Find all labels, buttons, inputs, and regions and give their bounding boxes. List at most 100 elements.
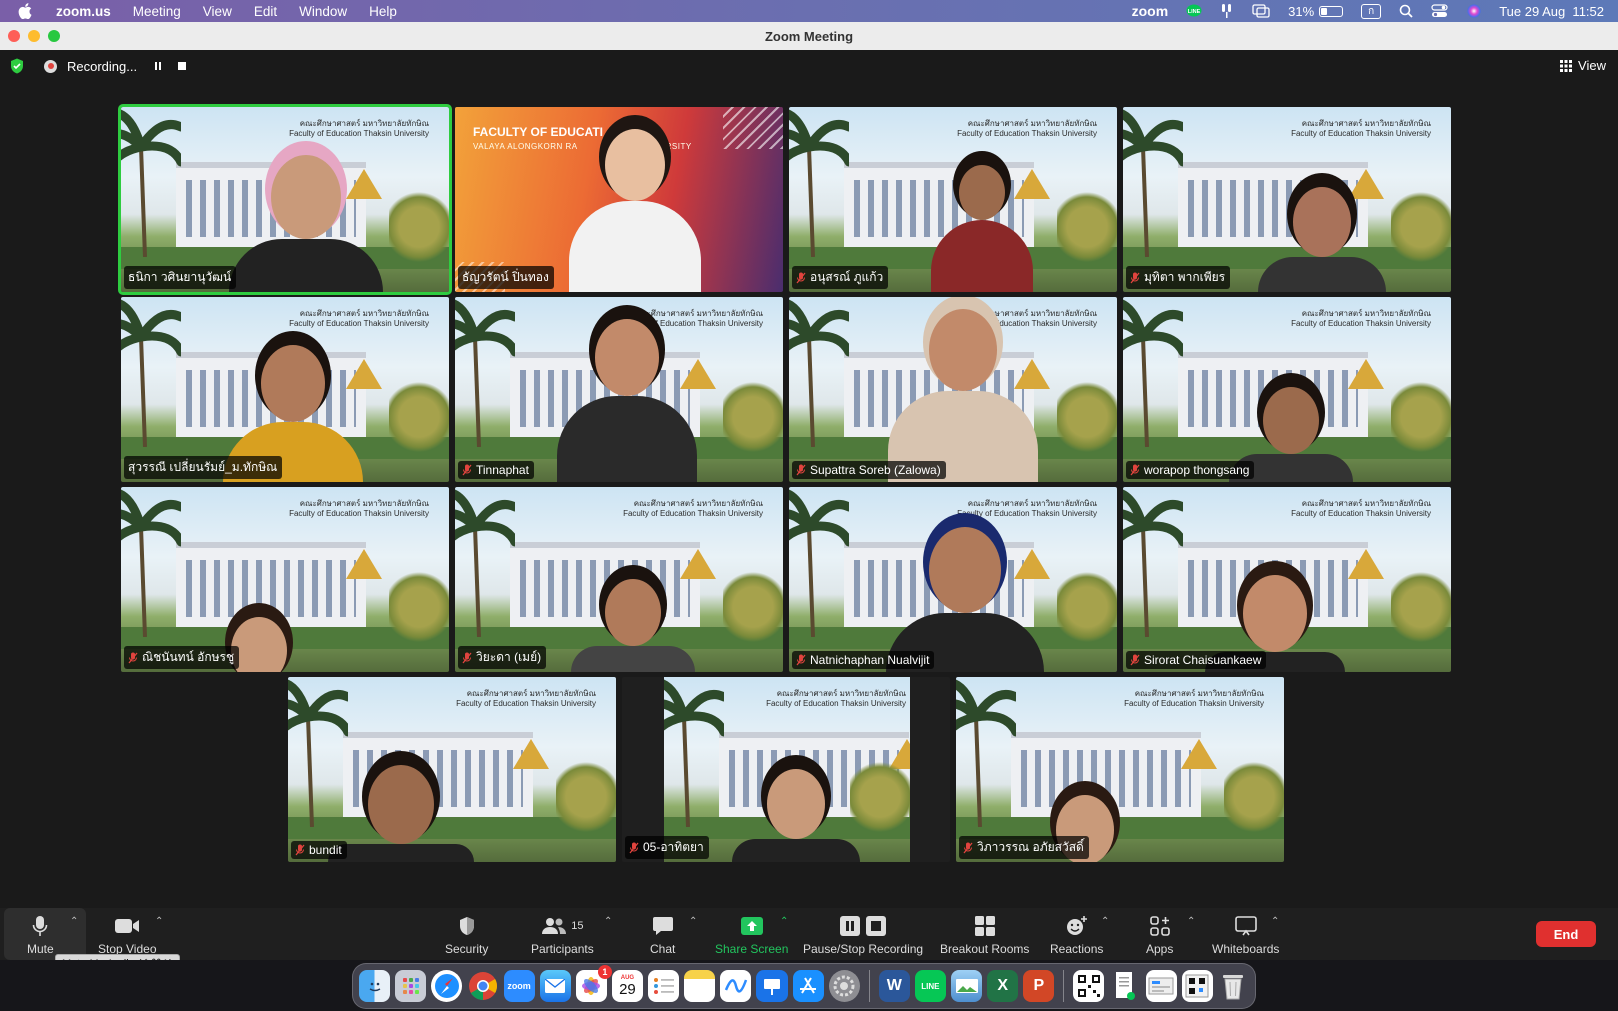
share-options-caret[interactable]: ⌃ [780,916,788,927]
participant-video-tile[interactable]: คณะศึกษาศาสตร์ มหาวิทยาลัยทักษิณ Faculty … [622,677,950,862]
participant-video-tile[interactable]: FACULTY OF EDUCATI VALAYA ALONGKORN RA RSI… [455,107,783,292]
system-settings-icon[interactable] [828,970,860,1002]
reactions-button[interactable]: Reactions [1050,914,1103,956]
screen-mirroring-icon[interactable] [1252,4,1270,18]
zoom-window-button[interactable] [48,30,60,42]
menu-meeting[interactable]: Meeting [133,4,181,19]
chat-button[interactable]: Chat [650,914,675,956]
close-window-button[interactable] [8,30,20,42]
safari-icon[interactable] [431,970,463,1002]
security-button[interactable]: Security [445,914,488,956]
faculty-name-english: Faculty of Education Thaksin University [766,699,906,708]
keynote-icon[interactable] [756,970,788,1002]
preview-icon[interactable] [950,970,983,1002]
participant-video-tile[interactable]: คณะศึกษาศาสตร์ มหาวิทยาลัยทักษิณ Faculty … [121,487,449,672]
participant-video-tile[interactable]: คณะศึกษาศาสตร์ มหาวิทยาลัยทักษิณ Faculty … [1123,107,1451,292]
faculty-name-english: Faculty of Education Thaksin University [456,699,596,708]
calendar-icon[interactable]: AUG 29 [611,970,643,1002]
whiteboards-options-caret[interactable]: ⌃ [1271,916,1279,927]
mute-button[interactable]: Mute [27,914,54,956]
chat-bubble-icon [652,917,673,935]
powerpoint-icon[interactable]: P [1023,970,1055,1002]
menu-view[interactable]: View [203,4,232,19]
microphone-status-icon[interactable] [1220,3,1234,19]
battery-icon[interactable] [1319,5,1344,17]
faculty-logo-text: คณะศึกษาศาสตร์ มหาวิทยาลัยทักษิณ Faculty … [1291,119,1431,139]
pause-recording-icon[interactable] [153,61,163,71]
menu-window[interactable]: Window [299,4,347,19]
apps-options-caret[interactable]: ⌃ [1187,916,1195,927]
excel-icon[interactable]: X [987,970,1019,1002]
screenshot-file-icon[interactable] [1145,970,1177,1002]
view-button[interactable]: View [1560,58,1606,73]
mute-options-caret[interactable]: ⌃ [70,916,78,927]
video-options-caret[interactable]: ⌃ [155,916,163,927]
stop-video-button[interactable]: Stop Video [98,914,157,956]
notes-icon[interactable] [684,970,716,1002]
chrome-icon[interactable] [467,970,498,1002]
pause-stop-recording-button[interactable]: Pause/Stop Recording [803,914,923,956]
finder-icon[interactable] [359,970,391,1002]
zoom-app-icon[interactable]: zoom [503,970,535,1002]
participants-count: 15 [571,920,584,932]
participant-video-tile[interactable]: คณะศึกษาศาสตร์ มหาวิทยาลัยทักษิณ Faculty … [121,297,449,482]
mail-icon[interactable] [539,970,571,1002]
app-store-icon[interactable] [792,970,824,1002]
photos-icon[interactable]: 1 [575,965,612,1002]
tree [1057,567,1117,647]
share-screen-button[interactable]: Share Screen [715,914,788,956]
menu-app-name[interactable]: zoom.us [56,4,111,19]
line-status-icon[interactable]: LINE [1186,4,1202,18]
participant-name: bundit [309,843,342,857]
input-source-icon[interactable]: ก [1361,3,1382,19]
reactions-options-caret[interactable]: ⌃ [1101,916,1109,927]
tree [1057,187,1117,267]
participant-video-tile[interactable]: คณะศึกษาศาสตร์ มหาวิทยาลัยทักษิณ Faculty … [789,487,1117,672]
trash-icon[interactable] [1218,970,1249,1002]
faculty-name-thai: คณะศึกษาศาสตร์ มหาวิทยาลัยทักษิณ [1301,119,1431,128]
apps-button[interactable]: Apps [1146,914,1173,956]
breakout-rooms-button[interactable]: Breakout Rooms [940,914,1029,956]
freeform-icon[interactable] [720,970,752,1002]
muted-microphone-icon [796,464,806,476]
menubar-clock[interactable]: Tue 29 Aug 11:52 [1499,4,1604,19]
qr-code-file-icon[interactable] [1073,970,1105,1002]
participant-video-tile[interactable]: คณะศึกษาศาสตร์ มหาวิทยาลัยทักษิณ Faculty … [1123,297,1451,482]
chat-options-caret[interactable]: ⌃ [689,916,697,927]
faculty-name-english: Faculty of Education Thaksin University [1291,509,1431,518]
word-icon[interactable]: W [878,970,910,1002]
participant-body [556,395,698,482]
siri-icon[interactable] [1467,4,1481,18]
participant-video-tile[interactable]: คณะศึกษาศาสตร์ มหาวิทยาลัยทักษิณ Faculty … [1123,487,1451,672]
control-center-icon[interactable] [1431,4,1449,18]
end-meeting-button[interactable]: End [1536,921,1596,947]
participants-options-caret[interactable]: ⌃ [604,916,612,927]
whiteboards-button[interactable]: Whiteboards [1212,914,1279,956]
minimize-window-button[interactable] [28,30,40,42]
participant-video-tile[interactable]: คณะศึกษาศาสตร์ มหาวิทยาลัยทักษิณ Faculty … [956,677,1284,862]
participant-video-tile[interactable]: คณะศึกษาศาสตร์ มหาวิทยาลัยทักษิณ Faculty … [288,677,616,862]
participant-video-tile[interactable]: คณะศึกษาศาสตร์ มหาวิทยาลัยทักษิณ Faculty … [455,487,783,672]
zoom-status-label[interactable]: zoom [1132,3,1169,19]
stop-recording-icon[interactable] [177,61,187,71]
menu-help[interactable]: Help [369,4,397,19]
participant-video-tile[interactable]: คณะศึกษาศาสตร์ มหาวิทยาลัยทักษิณ Faculty … [789,297,1117,482]
line-app-icon[interactable]: LINE [914,970,946,1002]
faculty-logo-text: คณะศึกษาศาสตร์ มหาวิทยาลัยทักษิณ Faculty … [957,119,1097,139]
image-file-icon[interactable] [1181,970,1213,1002]
participant-name-tag: worapop thongsang [1126,461,1255,479]
participant-video-tile[interactable]: คณะศึกษาศาสตร์ มหาวิทยาลัยทักษิณ Faculty … [789,107,1117,292]
document-file-icon[interactable] [1109,970,1140,1002]
faculty-name-thai: คณะศึกษาศาสตร์ มหาวิทยาลัยทักษิณ [967,499,1097,508]
launchpad-icon[interactable] [395,970,427,1002]
spotlight-search-icon[interactable] [1399,4,1413,18]
menu-edit[interactable]: Edit [254,4,277,19]
participants-button[interactable]: 15 Participants [531,914,594,956]
participant-video-tile[interactable]: คณะศึกษาศาสตร์ มหาวิทยาลัยทักษิณ Faculty … [455,297,783,482]
participant-video-tile[interactable]: คณะศึกษาศาสตร์ มหาวิทยาลัยทักษิณ Faculty … [118,104,452,295]
reminders-icon[interactable] [648,970,680,1002]
muted-microphone-icon [963,842,973,853]
participant-name: ณิชนันทน์ อักษรชู [142,650,235,664]
encryption-shield-icon[interactable] [10,58,24,74]
apple-logo-icon[interactable] [18,3,32,19]
